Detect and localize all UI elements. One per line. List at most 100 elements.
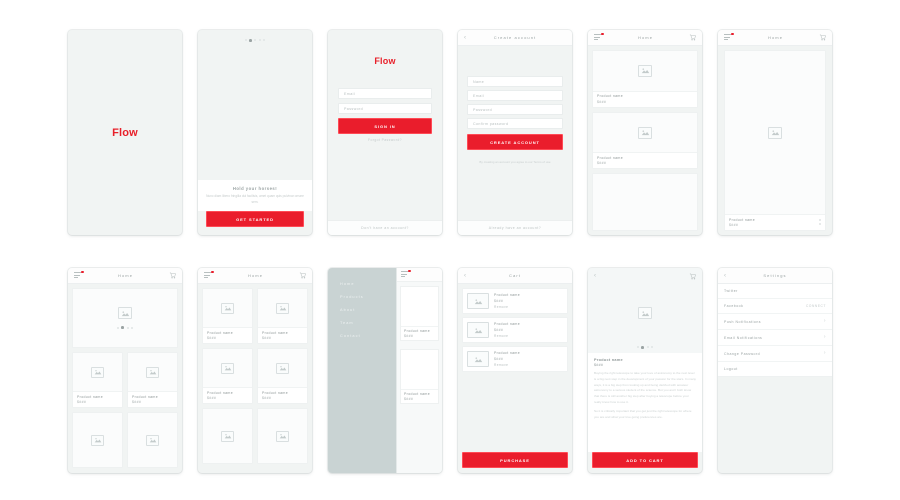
password-input[interactable]: Password	[467, 104, 563, 115]
hamburger-menu-icon[interactable]	[74, 270, 84, 279]
sign-in-button[interactable]: SIGN IN	[338, 118, 432, 134]
hero-dots[interactable]	[116, 326, 134, 329]
screen-home-grid: Home Product name $### Product name $###…	[198, 268, 312, 473]
image-placeholder-icon	[638, 64, 652, 77]
remove-item-link[interactable]: Remove	[494, 305, 563, 309]
chevron-left-icon[interactable]: ‹	[594, 273, 602, 279]
purchase-button[interactable]: PURCHASE	[462, 452, 568, 468]
setting-row-twitter[interactable]: Twitter	[718, 284, 832, 299]
get-started-button[interactable]: GET STARTED	[206, 211, 304, 227]
product-hero-image[interactable]	[588, 284, 702, 342]
product-grid[interactable]: Product name $### Product name $###	[72, 352, 178, 468]
product-card[interactable]	[592, 173, 698, 232]
dot[interactable]	[263, 39, 266, 42]
dot[interactable]	[116, 326, 119, 329]
carousel-viewport[interactable]: Product name $###	[718, 46, 832, 235]
product-grid[interactable]: Product name $### Product name $###	[202, 288, 308, 464]
product-card[interactable]: Product name $###	[72, 352, 123, 408]
remove-item-link[interactable]: Remove	[494, 334, 563, 338]
product-card[interactable]	[127, 412, 178, 468]
create-account-button[interactable]: CREATE ACCOUNT	[467, 134, 563, 150]
product-card[interactable]: Product name $###	[400, 349, 439, 404]
dot[interactable]	[131, 326, 134, 329]
product-card[interactable]: Product name $###	[257, 288, 308, 344]
onboarding-page-dots[interactable]	[198, 30, 312, 42]
product-card[interactable]: Product name $###	[400, 286, 439, 341]
shopping-cart-icon[interactable]	[169, 272, 176, 279]
dot[interactable]	[254, 39, 257, 42]
chevron-left-icon[interactable]: ‹	[464, 273, 472, 279]
carousel-dots[interactable]	[819, 219, 821, 226]
dot[interactable]	[258, 39, 261, 42]
dot-active[interactable]	[641, 346, 645, 349]
drawer-content-peek[interactable]: Product name $### Product name $###	[396, 268, 442, 473]
product-image-dots[interactable]	[588, 342, 702, 353]
chevron-left-icon[interactable]: ‹	[464, 35, 472, 41]
product-price: $###	[494, 327, 504, 332]
setting-row-email-notifications[interactable]: Email Notifications ›	[718, 330, 832, 346]
setting-row-facebook[interactable]: Facebook CONNECT	[718, 299, 832, 314]
setting-row-change-password[interactable]: Change Password ›	[718, 346, 832, 362]
cart-row[interactable]: Product name $### Remove	[462, 288, 568, 314]
product-card[interactable]	[72, 412, 123, 468]
product-card[interactable]: Product name $###	[592, 50, 698, 108]
add-to-cart-button[interactable]: ADD TO CART	[592, 452, 698, 468]
product-list[interactable]: Product name $### Product name $###	[588, 46, 702, 235]
product-card[interactable]: Product name $###	[127, 352, 178, 408]
email-input[interactable]: Email	[338, 88, 432, 99]
dot[interactable]	[651, 346, 654, 349]
product-image	[593, 51, 697, 91]
dot-active[interactable]	[121, 326, 125, 329]
hamburger-menu-icon[interactable]	[724, 32, 734, 41]
hamburger-menu-icon[interactable]	[401, 269, 411, 278]
product-grid-viewport[interactable]: Product name $### Product name $### Prod…	[198, 284, 312, 473]
dot[interactable]	[244, 39, 247, 42]
hamburger-menu-icon[interactable]	[204, 270, 214, 279]
setting-row-logout[interactable]: Logout	[718, 362, 832, 376]
cart-row[interactable]: Product name $### Remove	[462, 346, 568, 372]
product-card[interactable]	[202, 408, 253, 464]
navigation-drawer[interactable]: Home Products About Team Contact	[328, 268, 396, 473]
shopping-cart-icon[interactable]	[819, 34, 826, 41]
confirm-password-input[interactable]: Confirm password	[467, 118, 563, 129]
drawer-item-contact[interactable]: Contact	[340, 334, 396, 338]
setting-row-push-notifications[interactable]: Push Notifications ›	[718, 314, 832, 330]
signup-link[interactable]: Don't have an account?	[328, 220, 442, 235]
dot-active[interactable]	[249, 39, 252, 42]
drawer-item-team[interactable]: Team	[340, 321, 396, 325]
shopping-cart-icon[interactable]	[689, 34, 696, 41]
signin-link[interactable]: Already have an account?	[458, 220, 572, 235]
dot[interactable]	[646, 346, 649, 349]
hero-carousel[interactable]	[72, 288, 178, 348]
drawer-item-about[interactable]: About	[340, 308, 396, 312]
cart-items[interactable]: Product name $### Remove Product name $#…	[458, 284, 572, 452]
app-logo: Flow	[374, 56, 396, 66]
shopping-cart-icon[interactable]	[689, 273, 696, 280]
chevron-left-icon[interactable]: ‹	[724, 273, 732, 279]
product-card[interactable]: Product name $###	[724, 50, 826, 231]
email-input[interactable]: Email	[467, 90, 563, 101]
hamburger-menu-icon[interactable]	[594, 32, 604, 41]
remove-item-link[interactable]: Remove	[494, 363, 563, 367]
screen-home-carousel: Home Product name $###	[718, 30, 832, 235]
product-card[interactable]: Product name $###	[592, 111, 698, 170]
password-input[interactable]: Password	[338, 103, 432, 114]
dot[interactable]	[126, 326, 129, 329]
product-card[interactable]	[257, 408, 308, 464]
dot[interactable]	[819, 219, 821, 222]
dot[interactable]	[636, 346, 639, 349]
product-card[interactable]: Product name $###	[202, 348, 253, 404]
connect-action[interactable]: CONNECT	[806, 304, 826, 308]
drawer-item-home[interactable]: Home	[340, 282, 396, 286]
shopping-cart-icon[interactable]	[299, 272, 306, 279]
dots-group[interactable]	[636, 346, 654, 349]
dot[interactable]	[819, 223, 821, 226]
name-input[interactable]: Name	[467, 76, 563, 87]
settings-list[interactable]: Twitter Facebook CONNECT Push Notificati…	[718, 284, 832, 377]
product-card[interactable]: Product name $###	[202, 288, 253, 344]
cart-row[interactable]: Product name $### Remove	[462, 317, 568, 343]
home-content[interactable]: Product name $### Product name $###	[68, 284, 182, 473]
product-card[interactable]: Product name $###	[257, 348, 308, 404]
forgot-password-link[interactable]: Forgot Password?	[338, 138, 432, 142]
drawer-item-products[interactable]: Products	[340, 295, 396, 299]
